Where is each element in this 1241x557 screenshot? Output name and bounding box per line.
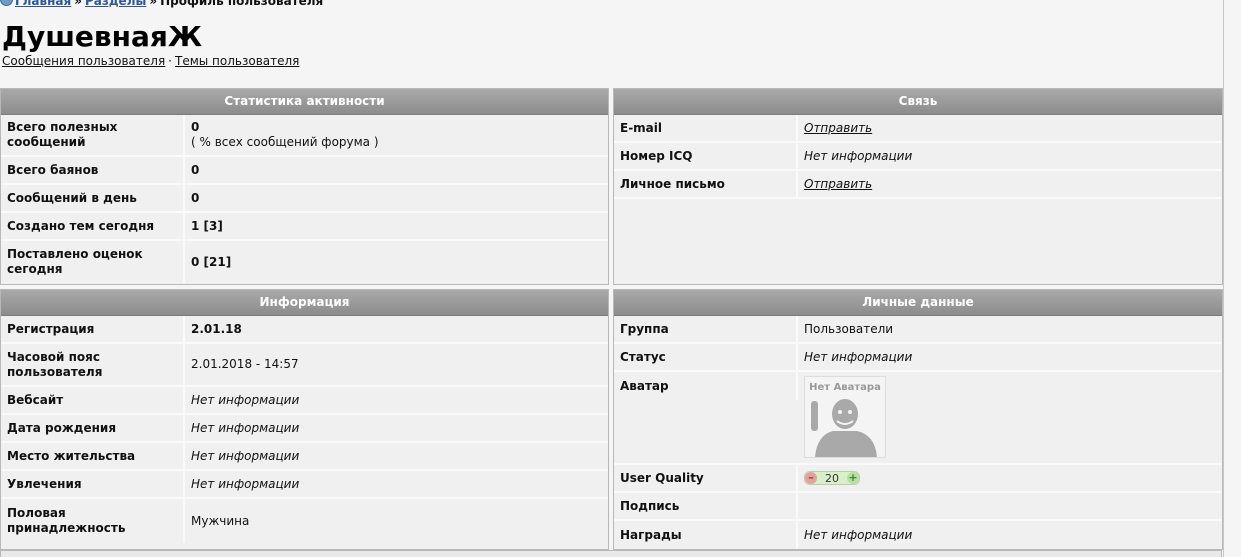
avatar: Нет Аватара bbox=[804, 376, 886, 458]
info-value: 2.01.2018 - 14:57 bbox=[191, 357, 299, 371]
personal-row: Аватар Нет Аватара bbox=[614, 372, 1222, 465]
breadcrumb-separator: » bbox=[74, 0, 82, 8]
contact-panel: Связь E-mail Отправить Номер ICQ Нет инф… bbox=[613, 88, 1223, 285]
personal-panel: Личные данные Группа Пользователи Статус… bbox=[613, 289, 1223, 550]
breadcrumb-home-link[interactable]: Главная bbox=[15, 0, 71, 8]
home-icon[interactable] bbox=[0, 0, 13, 6]
contact-label: Личное письмо bbox=[614, 171, 798, 197]
stat-value: 0 bbox=[191, 162, 200, 177]
panel-header: Связь bbox=[614, 89, 1222, 115]
info-label: Половая принадлежность bbox=[1, 499, 185, 543]
personal-row: Группа Пользователи bbox=[614, 316, 1222, 344]
user-posts-link[interactable]: Сообщения пользователя bbox=[2, 54, 165, 68]
info-value: 2.01.18 bbox=[191, 321, 242, 336]
personal-label: User Quality bbox=[614, 465, 798, 491]
info-row: Часовой пояс пользователя 2.01.2018 - 14… bbox=[1, 344, 608, 387]
panel-header: Статистика активности bbox=[1, 89, 608, 115]
personal-row: Награды Нет информации bbox=[614, 521, 1222, 549]
user-topics-link[interactable]: Темы пользователя bbox=[175, 54, 299, 68]
quality-score: 20 bbox=[825, 471, 839, 485]
user-quality-widget: – 20 + bbox=[804, 471, 860, 485]
personal-label: Статус bbox=[614, 344, 798, 370]
info-label: Часовой пояс пользователя bbox=[1, 344, 185, 385]
info-value: Мужчина bbox=[191, 513, 250, 528]
quality-plus-button[interactable]: + bbox=[847, 472, 859, 484]
activity-panel: Статистика активности Всего полезных соо… bbox=[0, 88, 609, 285]
info-label: Регистрация bbox=[1, 316, 185, 342]
personal-row: Статус Нет информации bbox=[614, 344, 1222, 372]
personal-value: Нет Аватара bbox=[798, 372, 892, 458]
breadcrumb: Главная» Разделы» Профиль пользователя bbox=[0, 0, 324, 8]
stat-label: Создано тем сегодня bbox=[1, 213, 185, 239]
page-border bbox=[1223, 0, 1224, 557]
info-value: Нет информации bbox=[191, 392, 300, 407]
stat-row: Создано тем сегодня 1 [3] bbox=[1, 213, 608, 241]
stat-note: ( % всех сообщений форума ) bbox=[191, 135, 379, 149]
info-label: Дата рождения bbox=[1, 415, 185, 441]
panel-header: Личные данные bbox=[614, 290, 1222, 316]
contact-row: Личное письмо Отправить bbox=[614, 171, 1222, 199]
stat-value: 0 bbox=[191, 190, 200, 205]
personal-value: Пользователи bbox=[804, 321, 894, 336]
stat-label: Сообщений в день bbox=[1, 185, 185, 211]
info-row: Дата рождения Нет информации bbox=[1, 415, 608, 443]
user-links: Сообщения пользователя · Темы пользователя bbox=[2, 54, 299, 68]
personal-value: Нет информации bbox=[804, 349, 913, 364]
contact-row: Номер ICQ Нет информации bbox=[614, 143, 1222, 171]
info-label: Вебсайт bbox=[1, 387, 185, 413]
email-send-link[interactable]: Отправить bbox=[804, 121, 872, 136]
stat-label: Поставлено оценок сегодня bbox=[1, 241, 185, 283]
info-row: Половая принадлежность Мужчина bbox=[1, 499, 608, 543]
info-panel: Информация Регистрация 2.01.18 Часовой п… bbox=[0, 289, 609, 550]
info-label: Увлечения bbox=[1, 471, 185, 497]
personal-value: – 20 + bbox=[798, 465, 866, 491]
stat-row: Всего баянов 0 bbox=[1, 157, 608, 185]
stat-value: 0 [21] bbox=[191, 254, 232, 269]
personal-label: Подпись bbox=[614, 493, 798, 519]
contact-row: E-mail Отправить bbox=[614, 115, 1222, 143]
next-panel-edge bbox=[0, 550, 1222, 557]
stat-label: Всего полезных сообщений bbox=[1, 115, 185, 155]
avatar-silhouette-icon bbox=[811, 399, 877, 457]
stat-label: Всего баянов bbox=[1, 157, 185, 183]
panel-header: Информация bbox=[1, 290, 608, 316]
info-row: Регистрация 2.01.18 bbox=[1, 316, 608, 344]
page-title: ДушевнаяЖ bbox=[2, 20, 203, 53]
personal-label: Аватар bbox=[614, 372, 798, 400]
stat-value: 1 [3] bbox=[191, 218, 223, 233]
info-value: Нет информации bbox=[191, 448, 300, 463]
personal-row: User Quality – 20 + bbox=[614, 465, 1222, 493]
breadcrumb-sections-link[interactable]: Разделы bbox=[85, 0, 146, 8]
contact-value: Отправить bbox=[798, 171, 878, 197]
personal-row: Подпись bbox=[614, 493, 1222, 521]
contact-label: E-mail bbox=[614, 115, 798, 141]
stat-row: Сообщений в день 0 bbox=[1, 185, 608, 213]
private-message-link[interactable]: Отправить bbox=[804, 177, 872, 192]
stat-row: Всего полезных сообщений 0 ( % всех сооб… bbox=[1, 115, 608, 157]
contact-value: Нет информации bbox=[804, 148, 913, 163]
breadcrumb-separator: » bbox=[149, 0, 158, 8]
link-separator: · bbox=[168, 54, 172, 68]
info-value: Нет информации bbox=[191, 420, 300, 435]
info-value: Нет информации bbox=[191, 476, 300, 491]
stat-number: 0 bbox=[191, 120, 200, 134]
info-row: Увлечения Нет информации bbox=[1, 471, 608, 499]
contact-value: Отправить bbox=[798, 115, 878, 141]
quality-minus-button[interactable]: – bbox=[805, 472, 817, 484]
info-row: Место жительства Нет информации bbox=[1, 443, 608, 471]
stat-value: 0 ( % всех сообщений форума ) bbox=[185, 115, 385, 155]
personal-value: Нет информации bbox=[804, 527, 913, 542]
breadcrumb-current: Профиль пользователя bbox=[160, 0, 324, 8]
stat-row: Поставлено оценок сегодня 0 [21] bbox=[1, 241, 608, 283]
personal-label: Группа bbox=[614, 316, 798, 342]
info-label: Место жительства bbox=[1, 443, 185, 469]
contact-label: Номер ICQ bbox=[614, 143, 798, 169]
info-row: Вебсайт Нет информации bbox=[1, 387, 608, 415]
personal-value bbox=[798, 493, 810, 519]
personal-label: Награды bbox=[614, 521, 798, 549]
